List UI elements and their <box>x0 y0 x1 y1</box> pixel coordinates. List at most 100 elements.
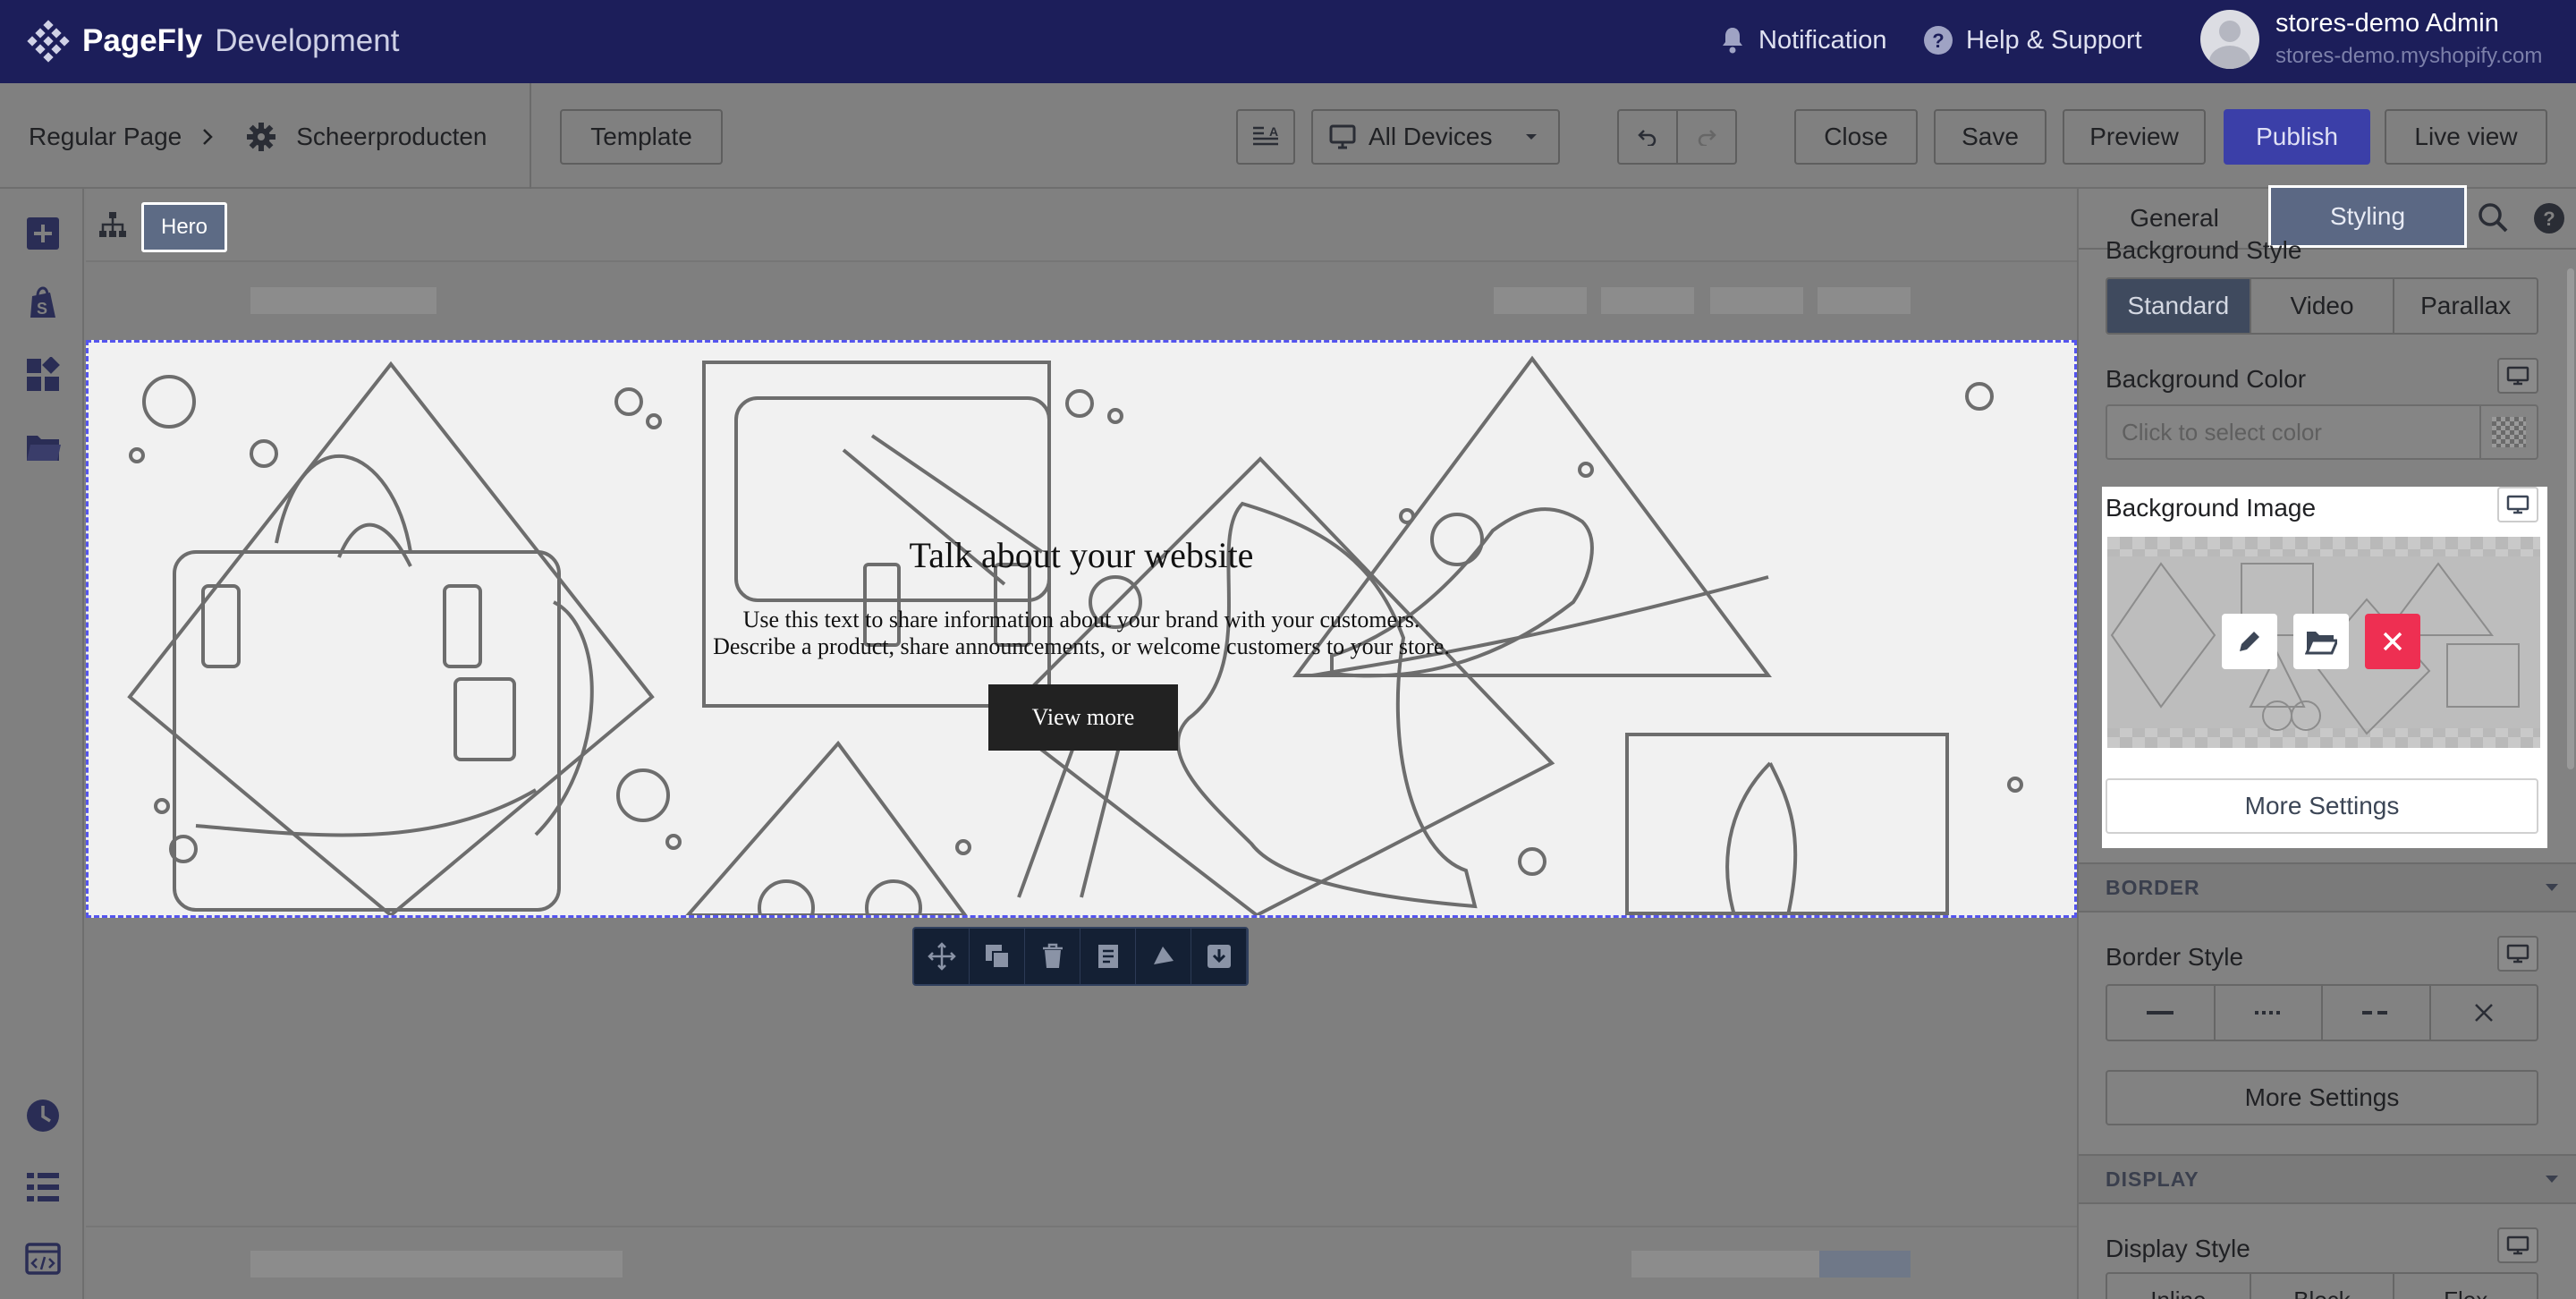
sitemap-icon[interactable] <box>98 210 127 239</box>
help-icon[interactable]: ? <box>2531 200 2567 236</box>
help-support-label: Help & Support <box>1966 25 2142 55</box>
border-section-header[interactable]: BORDER <box>2079 862 2576 913</box>
user-menu[interactable]: stores-demo Admin stores-demo.myshopify.… <box>2200 9 2542 69</box>
text-align-button[interactable]: A <box>1236 109 1295 165</box>
style-action[interactable] <box>1136 929 1191 984</box>
download-icon <box>1207 945 1231 968</box>
user-name: stores-demo Admin <box>2275 9 2499 38</box>
page-name[interactable]: Scheerproducten <box>296 123 487 151</box>
border-style-selector <box>2106 984 2538 1041</box>
history-clock-icon[interactable] <box>25 1098 61 1133</box>
selected-element-chip[interactable]: Hero <box>141 202 227 252</box>
svg-text:A: A <box>1269 124 1278 139</box>
duplicate-action[interactable] <box>970 929 1025 984</box>
border-dashed-option[interactable] <box>2323 986 2431 1040</box>
background-color-input[interactable]: Click to select color <box>2106 404 2481 460</box>
move-action[interactable] <box>914 929 970 984</box>
code-editor-icon[interactable] <box>25 1241 61 1277</box>
shopify-icon[interactable]: S <box>25 285 61 321</box>
edit-image-button[interactable] <box>2222 614 2277 669</box>
device-select-label: All Devices <box>1368 123 1493 150</box>
hero-description-line-1[interactable]: Use this text to share information about… <box>89 607 2074 633</box>
solid-line-icon <box>2147 1011 2174 1015</box>
remove-image-button[interactable] <box>2365 614 2420 669</box>
background-style-video[interactable]: Video <box>2251 279 2395 333</box>
background-more-settings-button[interactable]: More Settings <box>2106 778 2538 834</box>
dotted-line-icon <box>2254 1011 2282 1015</box>
display-inline-option[interactable]: Inline <box>2107 1274 2251 1299</box>
delete-action[interactable] <box>1025 929 1080 984</box>
browse-image-button[interactable] <box>2293 614 2349 669</box>
placeholder-bar <box>1818 287 1911 314</box>
border-section-title: BORDER <box>2106 875 2200 899</box>
desktop-icon <box>1329 124 1356 149</box>
download-action[interactable] <box>1191 929 1247 984</box>
caret-down-icon <box>1526 134 1538 140</box>
notification-link[interactable]: Notification <box>1719 21 1886 59</box>
background-image-label: Background Image <box>2106 494 2317 522</box>
svg-text:?: ? <box>1932 30 1944 52</box>
outline-list-icon[interactable] <box>25 1169 61 1205</box>
hero-title[interactable]: Talk about your website <box>89 534 2074 576</box>
placeholder-bar <box>1601 287 1694 314</box>
save-section-action[interactable] <box>1080 929 1136 984</box>
background-style-parallax[interactable]: Parallax <box>2394 279 2537 333</box>
sections-grid-icon[interactable] <box>25 357 61 393</box>
desktop-icon <box>2506 1235 2529 1255</box>
display-style-device-toggle[interactable] <box>2497 1227 2538 1263</box>
pagefly-logo-icon <box>27 20 70 63</box>
save-button[interactable]: Save <box>1934 109 2046 165</box>
border-none-option[interactable] <box>2431 986 2538 1040</box>
hero-section[interactable]: Talk about your website Use this text to… <box>86 340 2077 918</box>
placeholder-bar <box>1710 287 1803 314</box>
text-lines-icon: A <box>1253 124 1278 146</box>
paint-bucket-icon <box>1153 947 1174 964</box>
dashed-line-icon <box>2362 1011 2390 1015</box>
breadcrumb-page-type[interactable]: Regular Page <box>29 123 182 151</box>
display-block-option[interactable]: Block <box>2251 1274 2395 1299</box>
close-icon <box>2383 632 2402 651</box>
folder-icon[interactable] <box>25 429 61 464</box>
redo-button[interactable] <box>1676 109 1737 165</box>
add-element-icon[interactable] <box>25 216 61 251</box>
border-style-label: Border Style <box>2106 943 2244 971</box>
background-color-swatch[interactable] <box>2479 404 2538 460</box>
border-dotted-option[interactable] <box>2216 986 2323 1040</box>
search-icon[interactable] <box>2476 200 2512 236</box>
help-support-link[interactable]: ? Help & Support <box>1923 21 2142 59</box>
template-button[interactable]: Template <box>560 109 723 165</box>
placeholder-bar <box>1631 1251 1819 1278</box>
toolbar-divider <box>530 83 531 189</box>
gear-icon[interactable] <box>246 122 276 152</box>
layer-breadcrumb-bar <box>86 189 2077 262</box>
display-section-header[interactable]: DISPLAY <box>2079 1154 2576 1204</box>
background-style-label: Background Style <box>2106 236 2302 263</box>
border-solid-option[interactable] <box>2107 986 2216 1040</box>
placeholder-bar <box>1819 1251 1911 1278</box>
display-style-label: Display Style <box>2106 1235 2250 1262</box>
placeholder-bar <box>250 287 436 314</box>
close-button[interactable]: Close <box>1794 109 1918 165</box>
display-flex-option[interactable]: Flex <box>2394 1274 2537 1299</box>
hero-description-line-2[interactable]: Describe a product, share announcements,… <box>89 633 2074 660</box>
svg-text:S: S <box>37 300 47 318</box>
border-more-settings-button[interactable]: More Settings <box>2106 1070 2538 1125</box>
panel-scrollbar[interactable] <box>2567 268 2574 769</box>
undo-button[interactable] <box>1617 109 1678 165</box>
brand[interactable]: PageFly Development <box>27 16 399 66</box>
question-circle-icon: ? <box>1924 26 1953 55</box>
chevron-right-icon <box>203 129 214 145</box>
left-sidebar: S <box>0 189 84 1299</box>
background-image-device-toggle[interactable] <box>2497 487 2538 522</box>
desktop-icon <box>2506 944 2529 964</box>
caret-down-icon <box>2546 1176 2558 1183</box>
background-color-device-toggle[interactable] <box>2497 358 2538 394</box>
background-style-standard[interactable]: Standard <box>2107 279 2251 333</box>
live-view-button[interactable]: Live view <box>2385 109 2547 165</box>
border-style-device-toggle[interactable] <box>2497 936 2538 972</box>
device-select[interactable]: All Devices <box>1311 109 1560 165</box>
hero-view-more-button[interactable]: View more <box>988 684 1178 751</box>
publish-button[interactable]: Publish <box>2224 109 2370 165</box>
bell-icon <box>1723 28 1742 54</box>
preview-button[interactable]: Preview <box>2063 109 2206 165</box>
